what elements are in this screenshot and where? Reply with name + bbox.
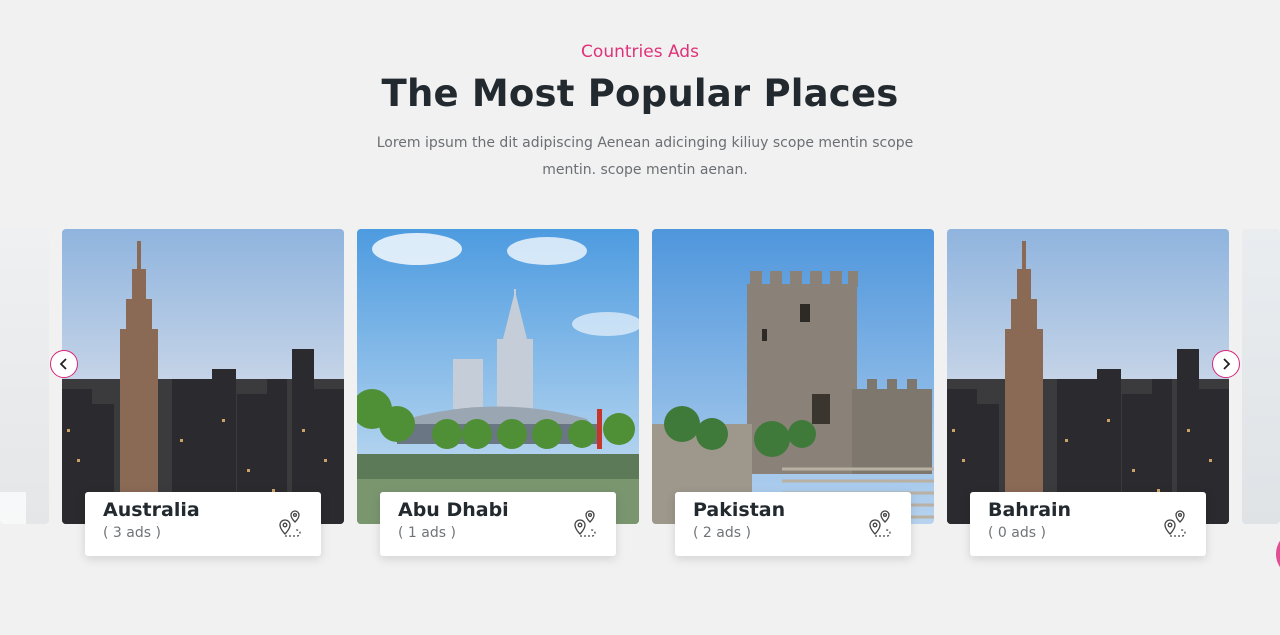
place-card[interactable]: Pakistan ( 2 ads ) [652,229,934,556]
carousel-next-button[interactable] [1212,350,1240,378]
modern-building-lake-photo [357,229,639,524]
popular-places-section: Countries Ads The Most Popular Places Lo… [0,0,1280,635]
place-ads-count: ( 2 ads ) [693,525,751,541]
place-ads-count: ( 0 ads ) [988,525,1046,541]
place-card[interactable]: Bahrain ( 0 ads ) [947,229,1229,556]
carousel-prev-button[interactable] [50,350,78,378]
place-name[interactable]: Pakistan [693,499,785,521]
place-ads-count: ( 1 ads ) [398,525,456,541]
stone-castle-tower-photo [652,229,934,524]
city-skyline-photo [947,229,1229,524]
place-name[interactable]: Australia [103,499,200,521]
partial-card-right [1242,229,1280,524]
map-pin-icon [279,510,301,537]
city-skyline-photo [62,229,344,524]
section-eyebrow: Countries Ads [581,42,699,62]
section-description: Lorem ipsum the dit adipiscing Aenean ad… [376,135,914,178]
place-info-box: Abu Dhabi ( 1 ads ) [380,492,616,556]
map-pin-icon [869,510,891,537]
place-name[interactable]: Bahrain [988,499,1071,521]
map-pin-icon [1164,510,1186,537]
map-pin-icon [574,510,596,537]
place-info-box: Bahrain ( 0 ads ) [970,492,1206,556]
partial-card-left [0,229,49,524]
place-name[interactable]: Abu Dhabi [398,499,509,521]
floating-action-button[interactable] [1276,530,1280,578]
place-ads-count: ( 3 ads ) [103,525,161,541]
chevron-right-icon [1223,358,1231,370]
chevron-left-icon [59,358,67,370]
place-card[interactable]: Abu Dhabi ( 1 ads ) [357,229,639,556]
section-title: The Most Popular Places [381,72,899,115]
place-card[interactable]: Australia ( 3 ads ) [62,229,344,556]
place-info-box: Australia ( 3 ads ) [85,492,321,556]
place-info-box: Pakistan ( 2 ads ) [675,492,911,556]
